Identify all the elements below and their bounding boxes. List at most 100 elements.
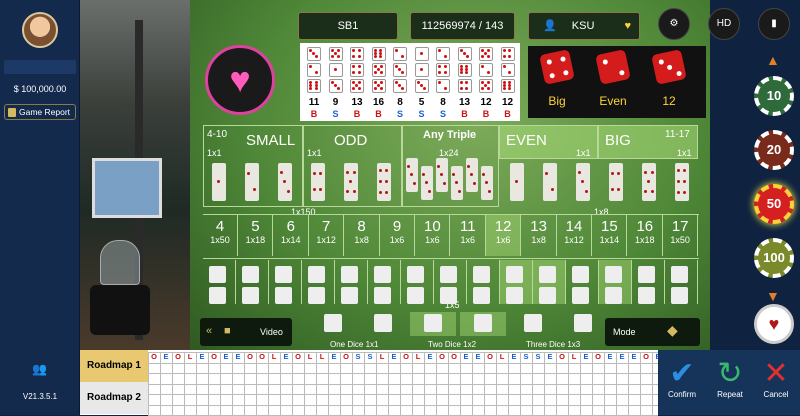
combo-cell[interactable] [632, 260, 665, 304]
combo-cell[interactable] [566, 260, 599, 304]
combo-cell[interactable] [335, 260, 368, 304]
cancel-button[interactable]: ✕ Cancel [756, 358, 796, 400]
sum-cell-12[interactable]: 12 1x6 [486, 214, 522, 256]
chip-100[interactable]: 100 [754, 238, 794, 278]
combo-cell[interactable] [434, 260, 467, 304]
sum-cell-17[interactable]: 17 1x50 [663, 214, 699, 256]
sum-cell-10[interactable]: 10 1x6 [415, 214, 451, 256]
roadmap-cell: E [583, 352, 589, 361]
sum-cell-9[interactable]: 9 1x6 [380, 214, 415, 256]
combo-cell[interactable] [236, 260, 269, 304]
triple-domino[interactable] [245, 163, 259, 201]
sum-cell-6[interactable]: 6 1x14 [274, 214, 309, 256]
single-dice-4[interactable] [460, 312, 506, 336]
pip [617, 171, 621, 175]
sum-cell-15[interactable]: 15 1x14 [592, 214, 628, 256]
chip-50[interactable]: 50 [754, 184, 794, 224]
single-dice-6[interactable] [560, 312, 606, 336]
chip-10[interactable]: 10 [754, 76, 794, 116]
triple-domino[interactable] [212, 163, 226, 201]
video-toggle-button[interactable]: « ■ Video [200, 318, 292, 346]
combo-cell[interactable] [533, 260, 566, 304]
settings-button[interactable]: ⚙ [658, 8, 690, 40]
history-die [479, 47, 493, 61]
sum-cell-4[interactable]: 4 1x50 [203, 214, 238, 256]
pip [401, 71, 404, 74]
pip [459, 86, 463, 90]
pip [487, 87, 490, 90]
pip [319, 171, 323, 175]
roadmap-cell: O [295, 352, 301, 361]
confirm-button[interactable]: ✔ Confirm [662, 358, 702, 400]
heart-chip-button[interactable]: ♥ [754, 304, 794, 344]
favorite-button[interactable]: ♥ [205, 45, 275, 115]
chevron-up-icon[interactable]: ▲ [766, 52, 780, 68]
sum-cell-8[interactable]: 8 1x8 [345, 214, 380, 256]
signal-icon: ▮ [771, 18, 777, 29]
hd-button[interactable]: HD [708, 8, 740, 40]
player-badge[interactable]: 👤 KSU ♥ [528, 12, 640, 40]
pip [385, 190, 389, 194]
double-zone[interactable]: 1x8 [499, 159, 699, 217]
pip [610, 171, 614, 175]
double-domino[interactable] [642, 163, 656, 201]
avatar[interactable] [22, 12, 58, 48]
triple-domino[interactable] [278, 163, 292, 201]
sum-cell-7[interactable]: 7 1x12 [309, 214, 345, 256]
sum-cell-14[interactable]: 14 1x12 [557, 214, 592, 256]
pip [315, 55, 318, 58]
double-domino[interactable] [675, 163, 689, 201]
double-domino[interactable] [576, 163, 590, 201]
roadmap-cell: O [259, 352, 265, 361]
pip [345, 170, 349, 174]
pip [283, 180, 286, 183]
result-label: Even [599, 94, 627, 108]
sum-odds: 1x6 [425, 235, 440, 245]
pip [486, 70, 490, 74]
combo-cell[interactable] [203, 260, 236, 304]
pip [357, 70, 361, 74]
roadmap-cell: E [223, 352, 229, 361]
combo-cell[interactable] [368, 260, 401, 304]
game-report-button[interactable]: Game Report [4, 104, 76, 120]
mode-button[interactable]: Mode ◆ [605, 318, 700, 346]
sum-odds: 1x8 [531, 235, 546, 245]
any-triple-domino [466, 158, 478, 192]
even-bet-zone[interactable]: EVEN 1x1 [499, 125, 598, 159]
single-dice-3[interactable] [410, 312, 456, 336]
combo-cell[interactable] [302, 260, 335, 304]
chevron-down-icon[interactable]: ▼ [766, 288, 780, 304]
roadmap-tab-2[interactable]: Roadmap 2 [80, 382, 148, 414]
group-icon[interactable]: 👥 [32, 362, 47, 376]
chip-20[interactable]: 20 [754, 130, 794, 170]
pip [443, 181, 446, 185]
signal-button[interactable]: ▮ [758, 8, 790, 40]
roadmap-cell: O [343, 352, 349, 361]
sum-number: 16 [636, 218, 654, 235]
triple-domino[interactable] [377, 163, 391, 201]
combo-cell[interactable] [665, 260, 698, 304]
single-dice-2[interactable] [360, 312, 406, 336]
double-domino[interactable] [609, 163, 623, 201]
combo-cell[interactable] [269, 260, 302, 304]
combo-cell[interactable] [401, 260, 434, 304]
repeat-button[interactable]: ↻ Repeat [710, 358, 750, 400]
big-bet-zone[interactable]: BIG 11-17 1x1 [598, 125, 698, 159]
combo-cell[interactable] [467, 260, 500, 304]
single-dice-1[interactable] [310, 312, 356, 336]
sum-cell-16[interactable]: 16 1x18 [628, 214, 663, 256]
specific-triple-zone[interactable]: 1x150 [203, 159, 403, 217]
double-domino[interactable] [543, 163, 557, 201]
triple-domino[interactable] [344, 163, 358, 201]
combo-cell[interactable] [599, 260, 632, 304]
triple-domino[interactable] [311, 163, 325, 201]
sum-number: 7 [322, 218, 331, 235]
double-domino[interactable] [510, 163, 524, 201]
history-column: 9S [326, 47, 346, 119]
sum-cell-11[interactable]: 11 1x6 [451, 214, 486, 256]
single-dice-5[interactable] [510, 312, 556, 336]
combo-cell[interactable] [500, 260, 533, 304]
roadmap-tab-1[interactable]: Roadmap 1 [80, 350, 148, 382]
sum-cell-5[interactable]: 5 1x18 [238, 214, 274, 256]
sum-cell-13[interactable]: 13 1x8 [522, 214, 557, 256]
